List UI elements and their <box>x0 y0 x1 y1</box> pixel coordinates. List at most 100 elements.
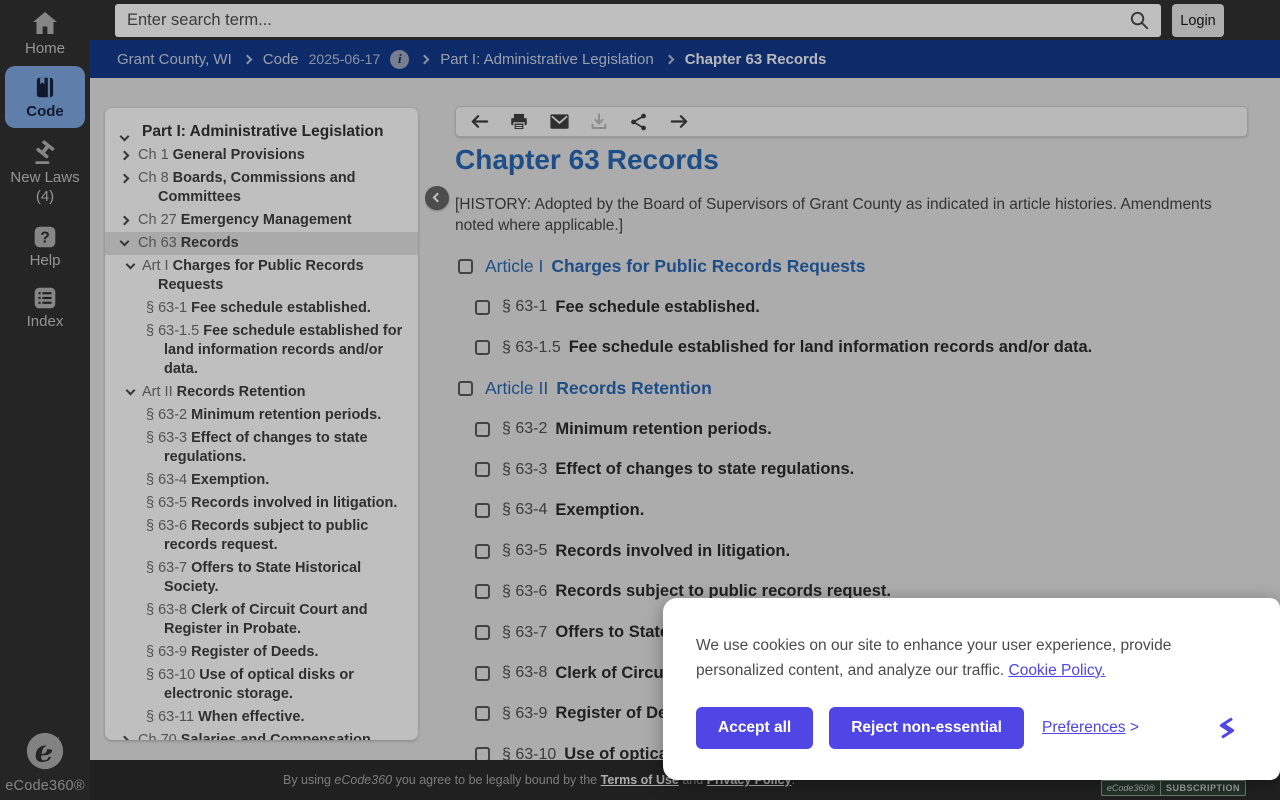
tree-item[interactable]: § 63-1 Fee schedule established. <box>105 297 418 320</box>
footer-text: By using <box>283 773 335 787</box>
breadcrumb-code-version[interactable]: 2025-06-17 <box>309 51 381 67</box>
toc-checkbox[interactable] <box>458 258 473 274</box>
back-arrow-button[interactable] <box>467 110 491 134</box>
index-list-icon <box>34 287 56 309</box>
toc-row[interactable]: § 63-1 Fee schedule established. <box>455 287 1255 328</box>
ecode360-logo: e eCode360® <box>0 730 90 794</box>
chapter-name: Records <box>606 144 719 175</box>
top-bar: Login <box>90 0 1280 40</box>
tree-expander-icon[interactable] <box>119 735 130 740</box>
toc-checkbox[interactable] <box>475 706 490 722</box>
tree-item[interactable]: § 63-8 Clerk of Circuit Court and Registe… <box>105 599 418 641</box>
footer-text: you agree to be legally bound by the <box>392 773 601 787</box>
breadcrumb-code[interactable]: Code <box>263 51 299 68</box>
svg-text:?: ? <box>40 229 50 246</box>
toc-checkbox[interactable] <box>475 747 490 760</box>
chevron-right-icon <box>664 54 675 64</box>
rail-item-help[interactable]: ? Help <box>0 224 90 269</box>
tree-item[interactable]: § 63-6 Records subject to public records … <box>105 515 418 557</box>
gavel-icon <box>35 140 55 165</box>
toc-checkbox[interactable] <box>475 421 490 437</box>
history-note: [HISTORY: Adopted by the Board of Superv… <box>455 196 1212 234</box>
breadcrumb-current-chapter: Chapter 63 Records <box>684 50 827 68</box>
tree-item[interactable]: § 63-9 Register of Deeds. <box>105 641 418 664</box>
tree-item[interactable]: § 63-10 Use of optical disks or electroni… <box>105 664 418 706</box>
preferences-label: Preferences <box>1041 719 1126 736</box>
toc-row[interactable]: § 63-2 Minimum retention periods. <box>455 409 1255 450</box>
toc-row[interactable]: § 63-1.5 Fee schedule established for la… <box>455 327 1255 368</box>
accept-all-button[interactable]: Accept all <box>696 707 814 749</box>
subscription-badge: eCode360® SUBSCRIPTION <box>1100 780 1246 796</box>
email-button[interactable] <box>547 110 571 134</box>
question-icon: ? <box>34 226 56 248</box>
reject-non-essential-button[interactable]: Reject non-essential <box>829 707 1024 749</box>
search-input[interactable] <box>115 4 1161 37</box>
tree-expander-icon[interactable] <box>119 236 130 247</box>
cookie-policy-link[interactable]: Cookie Policy. <box>1009 662 1106 679</box>
toc-checkbox[interactable] <box>475 543 490 559</box>
toc-row[interactable]: Article II Records Retention <box>455 368 1255 409</box>
tree-item[interactable]: § 63-5 Records involved in litigation. <box>105 492 418 515</box>
toc-checkbox[interactable] <box>458 380 473 396</box>
preferences-link[interactable]: Preferences > <box>1042 719 1139 737</box>
tree-item[interactable]: § 63-4 Exemption. <box>105 469 418 492</box>
toc-row[interactable]: Article I Charges for Public Records Req… <box>455 246 1255 287</box>
toc-row[interactable]: § 63-4 Exemption. <box>455 490 1255 531</box>
cookie-actions: Accept all Reject non-essential Preferen… <box>696 707 1250 749</box>
tree-expander-icon[interactable] <box>119 173 130 184</box>
tree-expander-icon[interactable] <box>119 150 130 161</box>
collapse-panel-button[interactable] <box>425 186 449 210</box>
print-button[interactable] <box>507 110 531 134</box>
rail-item-index[interactable]: Index <box>0 285 90 330</box>
tree-item[interactable]: § 63-1.5 Fee schedule established for lan… <box>105 320 418 381</box>
tree-expander-icon[interactable] <box>125 385 136 396</box>
tree-item[interactable]: § 63-11 When effective. <box>105 706 418 729</box>
toc-checkbox[interactable] <box>475 299 490 315</box>
rail-item-new-laws[interactable]: New Laws (4) <box>0 140 90 206</box>
breadcrumb-municipality[interactable]: Grant County, WI <box>117 51 232 68</box>
tree-item[interactable]: § 63-2 Minimum retention periods. <box>105 404 418 427</box>
badge-label: SUBSCRIPTION <box>1165 783 1240 793</box>
tree-item[interactable]: Ch 1 General Provisions <box>105 144 418 167</box>
tree-item[interactable]: Ch 8 Boards, Commissions and Committees <box>105 167 418 209</box>
toc-row[interactable]: § 63-5 Records involved in litigation. <box>455 531 1255 572</box>
home-icon <box>33 12 57 34</box>
toc-checkbox[interactable] <box>475 462 490 478</box>
rail-item-home[interactable]: Home <box>0 8 90 57</box>
forward-arrow-button[interactable] <box>667 110 691 134</box>
content-toolbar <box>455 106 1248 137</box>
toc-checkbox[interactable] <box>475 665 490 681</box>
rail-help-label: Help <box>29 252 61 269</box>
toc-checkbox[interactable] <box>475 584 490 600</box>
toc-row[interactable]: § 63-3 Effect of changes to state regula… <box>455 449 1255 490</box>
toc-checkbox[interactable] <box>475 625 490 641</box>
cookie-message: We use cookies on our site to enhance yo… <box>696 634 1226 683</box>
share-button[interactable] <box>627 110 651 134</box>
info-icon[interactable]: i <box>390 49 410 69</box>
toc-checkbox[interactable] <box>475 502 490 518</box>
login-button[interactable]: Login <box>1172 4 1224 37</box>
footer-brand: eCode360 <box>334 773 393 787</box>
tree-item[interactable]: Ch 27 Emergency Management <box>105 209 418 232</box>
tree-item[interactable]: Ch 63 Records <box>105 232 418 255</box>
search-icon[interactable] <box>1128 9 1151 32</box>
osano-logo-icon <box>1219 717 1235 739</box>
tree-item[interactable]: § 63-3 Effect of changes to state regulat… <box>105 427 418 469</box>
search-bar <box>115 4 1161 37</box>
tree-expander-icon[interactable] <box>119 131 130 142</box>
tree-item[interactable]: Art I Charges for Public Records Requests <box>105 255 418 297</box>
tree-item[interactable]: Art II Records Retention <box>105 381 418 404</box>
download-button-disabled[interactable] <box>587 110 611 134</box>
chevron-right-icon <box>419 54 430 64</box>
tree-item[interactable]: Ch 70 Salaries and Compensation <box>105 729 418 740</box>
breadcrumb: Grant County, WI Code 2025-06-17 i Part … <box>90 40 1280 78</box>
page-title: Chapter 63 Records <box>455 144 719 176</box>
chapter-number: Chapter 63 <box>455 144 600 175</box>
tree-expander-icon[interactable] <box>119 215 130 226</box>
rail-item-code-active[interactable]: Code <box>5 66 85 128</box>
tree-item[interactable]: Part I: Administrative Legislation <box>105 120 418 144</box>
breadcrumb-part[interactable]: Part I: Administrative Legislation <box>440 51 653 68</box>
tree-item[interactable]: § 63-7 Offers to State Historical Society… <box>105 557 418 599</box>
toc-checkbox[interactable] <box>475 340 490 356</box>
tree-expander-icon[interactable] <box>125 259 136 270</box>
